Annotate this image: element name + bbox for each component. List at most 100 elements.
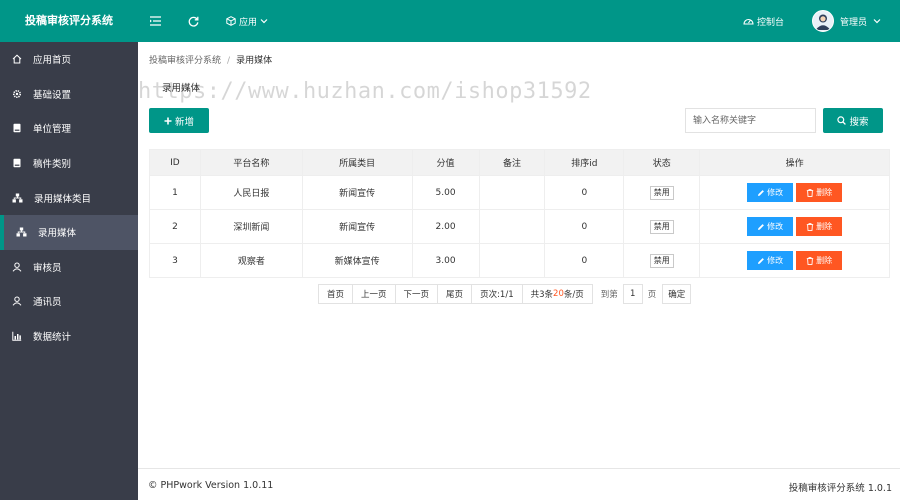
pagination-prev[interactable]: 上一页 [353,285,396,303]
app-menu-label: 应用 [239,17,258,28]
column-header-remark: 备注 [478,149,546,176]
table-header-row: ID 平台名称 所属类目 分值 备注 排序id 状态 操作 [149,149,890,176]
edit-button-label: 修改 [767,222,784,231]
sidebar-item-home[interactable]: 应用首页 [0,42,138,77]
table-row: 2 深圳新闻 新闻宣传 2.00 0 禁用 修改 删除 [149,209,890,244]
chevron-down-icon [260,19,268,24]
trash-icon [806,222,814,231]
delete-button[interactable]: 删除 [796,217,843,236]
column-header-category: 所属类目 [301,149,413,176]
pagination-goto-label: 到第 [600,290,618,300]
pagination-page-info: 页次:1/1 [472,285,523,303]
sidebar-item-label: 录用媒体 [38,228,77,240]
sidebar-item-manuscript-categories[interactable]: 稿件类别 [0,146,138,181]
edit-button[interactable]: 修改 [747,251,794,270]
cell-actions: 修改 删除 [699,209,890,244]
sidebar-item-label: 通讯员 [33,297,62,309]
sidebar-item-media[interactable]: 录用媒体 [0,214,138,250]
user-menu[interactable]: 管理员 [812,0,881,42]
sidebar: 应用首页 基础设置 单位管理 稿件类别 录用媒体类目 录用媒体 审核员 通讯员 … [0,42,138,500]
breadcrumb-current: 录用媒体 [236,56,273,66]
plus-icon [164,117,172,124]
cell-score: 5.00 [411,175,480,210]
book-icon [13,158,21,168]
delete-button[interactable]: 删除 [796,183,843,202]
app-title: 投稿审核评分系统 [25,14,113,27]
sitemap-icon [12,193,23,203]
main-content: 投稿审核评分系统 / 录用媒体 录用媒体 https://www.huzhan.co… [138,42,900,468]
sidebar-item-label: 审核员 [33,262,62,274]
sidebar-item-units[interactable]: 单位管理 [0,111,138,146]
delete-button-label: 删除 [816,222,833,231]
pagination-next[interactable]: 下一页 [395,285,439,303]
pagination: 首页 上一页 下一页 尾页 页次:1/1 共3条 20 条/页 到第 1 页 确定 [318,284,692,304]
sidebar-item-statistics[interactable]: 数据统计 [0,319,138,354]
pagination-per-page-suffix: 条/页 [563,290,584,300]
menu-toggle-button[interactable] [150,0,161,42]
sidebar-item-correspondents[interactable]: 通讯员 [0,284,138,319]
cell-score: 3.00 [411,243,480,278]
column-header-id: ID [149,149,201,176]
user-name: 管理员 [840,17,868,28]
sidebar-item-label: 单位管理 [33,124,72,136]
pagination-last[interactable]: 尾页 [438,285,473,303]
cell-category: 新闻宣传 [301,209,413,244]
edit-button-label: 修改 [767,188,784,197]
refresh-icon [188,16,199,27]
chart-icon [12,331,22,341]
gear-icon [12,89,22,98]
status-toggle-button[interactable]: 禁用 [649,185,674,200]
pagination-page-unit: 页 [647,290,657,300]
table-row: 3 观察者 新媒体宣传 3.00 0 禁用 修改 删除 [149,243,890,278]
sidebar-item-basic-settings[interactable]: 基础设置 [0,77,138,112]
sidebar-item-media-categories[interactable]: 录用媒体类目 [0,180,138,215]
cell-sort: 0 [544,209,625,244]
cell-sort: 0 [544,175,625,210]
trash-icon [806,188,814,197]
edit-button[interactable]: 修改 [747,183,794,202]
user-icon [12,296,22,307]
pagination-confirm-button[interactable]: 确定 [662,284,692,304]
cell-remark [478,175,546,210]
cell-actions: 修改 删除 [699,243,890,278]
breadcrumb-root[interactable]: 投稿审核评分系统 [149,56,221,66]
dashboard-icon [743,18,754,25]
pagination-first[interactable]: 首页 [319,285,354,303]
delete-button[interactable]: 删除 [796,251,843,270]
cube-icon [226,16,236,26]
console-link[interactable]: 控制台 [743,0,784,42]
refresh-button[interactable] [188,0,199,42]
user-avatar-icon [815,14,831,30]
app-menu[interactable]: 应用 [226,0,268,42]
edit-button-label: 修改 [767,256,784,265]
console-label: 控制台 [757,17,785,28]
sidebar-item-reviewers[interactable]: 审核员 [0,250,138,285]
user-icon [12,262,22,272]
status-toggle-button[interactable]: 禁用 [649,253,674,268]
edit-icon [758,257,764,264]
sidebar-item-label: 数据统计 [33,332,72,344]
edit-button[interactable]: 修改 [747,217,794,236]
top-header: 投稿审核评分系统 应用 控制台 管理员 [0,0,900,42]
page-number-input[interactable]: 1 [622,284,643,304]
add-button[interactable]: 新增 [149,108,209,133]
pagination-total: 共3条 20 条/页 [522,285,592,303]
search-icon [837,116,847,125]
search-input[interactable] [685,108,816,133]
sidebar-item-label: 基础设置 [33,89,72,101]
watermark: https://www.huzhan.com/ishop31592 [138,79,592,104]
cell-name: 深圳新闻 [199,209,303,244]
column-header-status: 状态 [623,149,701,176]
cell-category: 新闻宣传 [301,175,413,210]
footer-system-name: 投稿审核评分系统 1.0.1 [788,483,892,494]
pagination-total-prefix: 共3条 [530,290,554,300]
sidebar-item-label: 稿件类别 [33,159,72,171]
chevron-down-icon [873,19,881,24]
column-header-score: 分值 [411,149,480,176]
search-button[interactable]: 搜索 [823,108,883,133]
cell-status: 禁用 [623,209,701,244]
cell-sort: 0 [544,243,625,278]
delete-button-label: 删除 [816,256,833,265]
status-toggle-button[interactable]: 禁用 [649,219,674,234]
table-row: 1 人民日报 新闻宣传 5.00 0 禁用 修改 删除 [149,175,890,210]
